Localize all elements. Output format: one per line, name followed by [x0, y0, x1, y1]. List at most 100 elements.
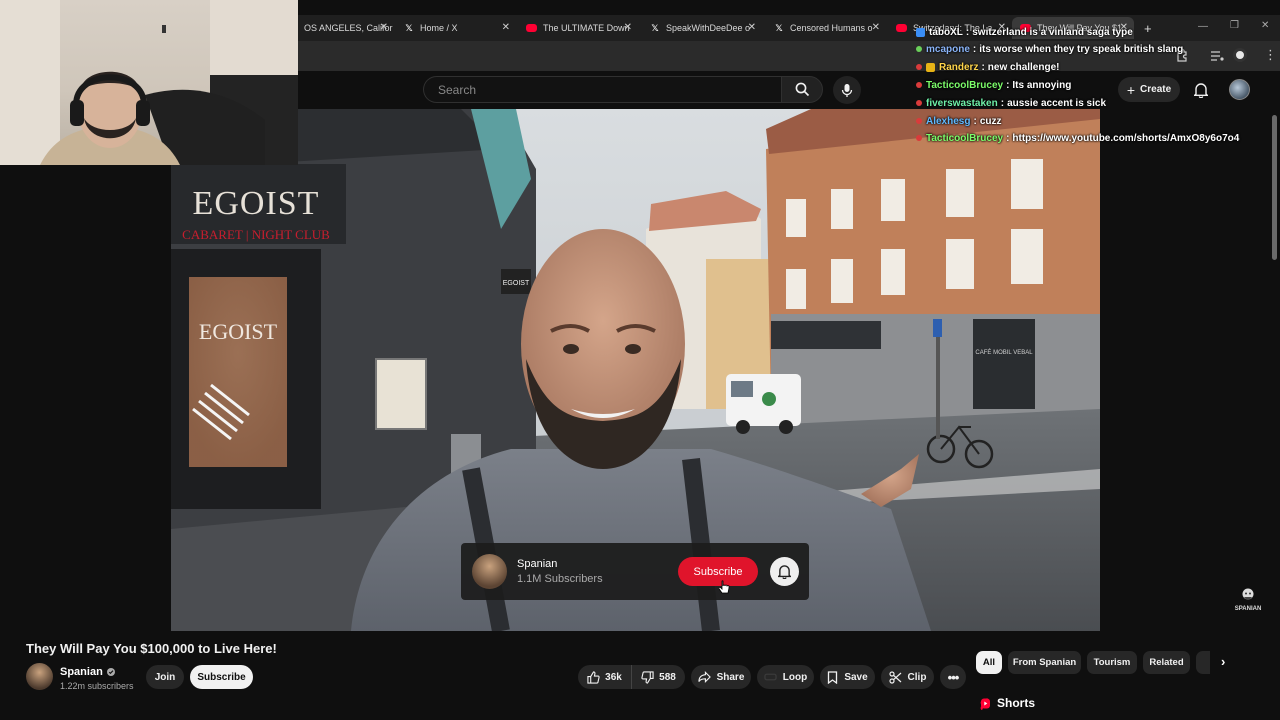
channel-watermark[interactable]: SPANIAN: [1232, 588, 1264, 612]
clip-button[interactable]: Clip: [881, 665, 934, 689]
thumbs-down-icon: [641, 670, 654, 684]
channel-subscriber-count: 1.22m subscribers: [60, 681, 134, 691]
chip-all[interactable]: All: [976, 651, 1002, 674]
chat-message: TacticoolBrucey: https://www.youtube.com…: [916, 130, 1239, 146]
page-scrollbar[interactable]: [1272, 115, 1277, 260]
chip-from-spanian[interactable]: From Spanian: [1008, 651, 1081, 674]
browser-tab[interactable]: 𝕏 SpeakWithDeeDee o ✕: [642, 17, 762, 39]
subscribe-card-subscriber-count: 1.1M Subscribers: [517, 573, 603, 585]
x-logo-icon: 𝕏: [651, 22, 659, 33]
bell-icon: [778, 565, 791, 579]
search-icon: [795, 82, 809, 97]
chip-partial[interactable]: [1196, 651, 1210, 674]
watermark-logo-icon: [1242, 588, 1254, 600]
close-tab-icon[interactable]: ✕: [748, 22, 756, 33]
loop-button[interactable]: Loop: [757, 665, 814, 689]
dislike-button[interactable]: 588: [632, 665, 685, 689]
create-button[interactable]: + Create: [1118, 77, 1180, 102]
media-control-icon[interactable]: [1210, 50, 1224, 62]
shorts-icon: [980, 697, 990, 710]
channel-avatar[interactable]: [26, 663, 53, 690]
subscribe-card: Spanian 1.1M Subscribers Subscribe: [461, 543, 809, 600]
bookmark-icon: [828, 670, 838, 684]
more-horizontal-icon: •••: [947, 669, 960, 685]
chat-message: taboXL: switzerland is a vinland saga ty…: [916, 24, 1133, 40]
close-tab-icon[interactable]: ✕: [872, 22, 880, 33]
bell-icon: [1194, 83, 1208, 98]
x-logo-icon: 𝕏: [405, 22, 413, 33]
join-button[interactable]: Join: [146, 665, 184, 689]
chat-badge-icon: [916, 100, 922, 106]
subscribe-button[interactable]: Subscribe: [190, 665, 253, 689]
close-window-icon[interactable]: ✕: [1261, 20, 1269, 31]
like-dislike-group: 36k 588: [578, 665, 685, 689]
scissors-icon: [888, 670, 901, 684]
minimize-icon[interactable]: —: [1198, 21, 1208, 32]
subscribe-card-button[interactable]: Subscribe: [678, 557, 758, 586]
profile-avatar[interactable]: [1233, 48, 1247, 62]
share-button[interactable]: Share: [691, 665, 751, 689]
share-icon: [697, 671, 711, 683]
shorts-section-heading: Shorts: [980, 696, 1035, 710]
search-input[interactable]: Search: [423, 76, 781, 103]
maximize-icon[interactable]: ❐: [1230, 20, 1239, 31]
related-filter-chips: All From Spanian Tourism Related ›: [976, 651, 1266, 675]
chip-related[interactable]: Related: [1143, 651, 1190, 674]
channel-name[interactable]: Spanian: [60, 666, 115, 678]
more-actions-button[interactable]: •••: [940, 665, 966, 689]
chat-badge-icon: [916, 64, 922, 70]
chat-badge-icon: [916, 46, 922, 52]
microphone-icon: [841, 83, 853, 97]
channel-avatar[interactable]: [472, 554, 507, 589]
close-tab-icon[interactable]: ✕: [624, 22, 632, 33]
chat-badge-icon: [916, 82, 922, 88]
svg-text:CABARET | NIGHT CLUB: CABARET | NIGHT CLUB: [182, 227, 330, 242]
verified-badge-icon: [106, 668, 115, 676]
voice-search-button[interactable]: [833, 76, 861, 104]
svg-text:EGOIST: EGOIST: [193, 185, 320, 222]
browser-tab[interactable]: 𝕏 Home / X ✕: [396, 17, 516, 39]
youtube-icon: [896, 24, 907, 32]
new-tab-button[interactable]: +: [1136, 17, 1154, 39]
subscribe-card-bell-button[interactable]: [770, 557, 799, 586]
subscribe-card-channel-name[interactable]: Spanian: [517, 558, 557, 570]
chat-message: Randerz: new challenge!: [916, 59, 1059, 75]
browser-tab[interactable]: The ULTIMATE Down ✕: [518, 17, 638, 39]
chip-tourism[interactable]: Tourism: [1087, 651, 1137, 674]
video-title: They Will Pay You $100,000 to Live Here!: [26, 641, 277, 656]
notifications-button[interactable]: [1190, 79, 1212, 101]
chat-message: Alexhesg: cuzz: [916, 113, 1001, 129]
thumbs-up-icon: [587, 670, 600, 684]
account-avatar[interactable]: [1229, 79, 1250, 100]
browser-tab[interactable]: OS ANGELES, Califor ✕: [296, 17, 394, 39]
webcam-frame: [0, 0, 298, 165]
close-tab-icon[interactable]: ✕: [502, 22, 510, 33]
save-button[interactable]: Save: [820, 665, 875, 689]
chevron-right-icon[interactable]: ›: [1221, 654, 1225, 669]
tab-title: The ULTIMATE Down: [543, 23, 630, 33]
search-button[interactable]: [781, 76, 823, 103]
menu-kebab-icon[interactable]: ⋮: [1264, 47, 1277, 63]
hand-cursor-icon: [719, 580, 730, 594]
chat-message: TacticoolBrucey: Its annoying: [916, 77, 1071, 93]
tab-title: SpeakWithDeeDee o: [666, 23, 751, 33]
svg-text:CAFÉ MOBIL VEBAL: CAFÉ MOBIL VEBAL: [975, 349, 1033, 356]
like-button[interactable]: 36k: [578, 665, 632, 689]
close-tab-icon[interactable]: ✕: [380, 22, 388, 33]
chat-message: mcapone: its worse when they try speak b…: [916, 41, 1183, 57]
plus-icon: +: [1126, 81, 1136, 98]
tab-title: Home / X: [420, 23, 458, 33]
youtube-icon: [526, 24, 537, 32]
chat-message: fiverswastaken: aussie accent is sick: [916, 95, 1106, 111]
chat-badge-icon: [916, 118, 922, 124]
chat-badge-icon: [926, 62, 935, 72]
browser-tab[interactable]: 𝕏 Censored Humans o ✕: [766, 17, 886, 39]
loop-icon: [764, 673, 777, 681]
svg-text:EGOIST: EGOIST: [503, 280, 530, 287]
svg-text:EGOIST: EGOIST: [199, 319, 278, 344]
chat-badge-icon: [916, 135, 922, 141]
streamer-webcam: [0, 0, 298, 165]
x-logo-icon: 𝕏: [775, 22, 783, 33]
tab-title: Censored Humans o: [790, 23, 873, 33]
chat-badge-icon: [916, 27, 925, 37]
